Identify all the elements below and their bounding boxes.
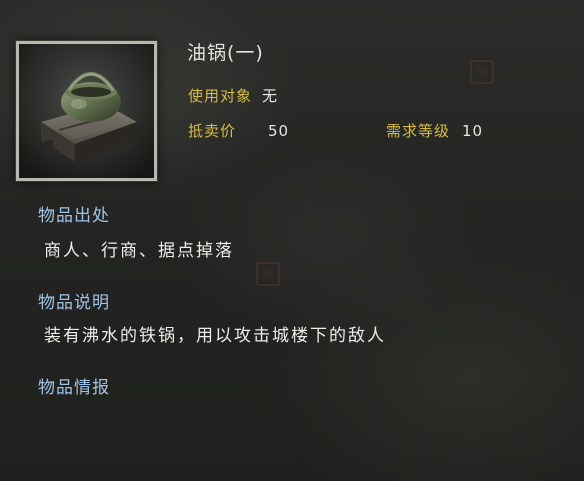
item-description-text: 装有沸水的铁锅，用以攻击城楼下的敌人 [44,326,386,346]
required-level-label: 需求等级 [386,122,451,140]
background-watermark: 印 [470,60,494,84]
iron-cauldron-icon [19,44,154,178]
use-target-row: 使用对象无 [188,85,278,106]
sell-price-row: 抵卖价 50 [188,120,289,141]
sell-price-value: 50 [268,122,290,140]
item-tooltip-panel: 印 印 油锅(一) 使用对象 无 抵卖价 50 需求等级 10 物品出处 商人、… [0,0,584,481]
background-watermark: 印 [256,262,280,286]
seal-icon: 印 [470,60,494,84]
required-level-row: 需求等级 10 [386,120,483,141]
item-info-title: 物品情报 [38,378,110,398]
item-icon-frame [16,41,157,181]
sell-price-label: 抵卖价 [188,122,237,140]
item-description-title: 物品说明 [38,293,110,313]
item-name: 油锅(一) [187,42,264,64]
seal-icon: 印 [256,262,280,286]
use-target-value: 无 [262,87,279,105]
item-source-title: 物品出处 [38,206,110,226]
use-target-label: 使用对象 [188,87,253,105]
item-source-text: 商人、行商、据点掉落 [44,241,234,261]
required-level-value: 10 [462,122,484,140]
